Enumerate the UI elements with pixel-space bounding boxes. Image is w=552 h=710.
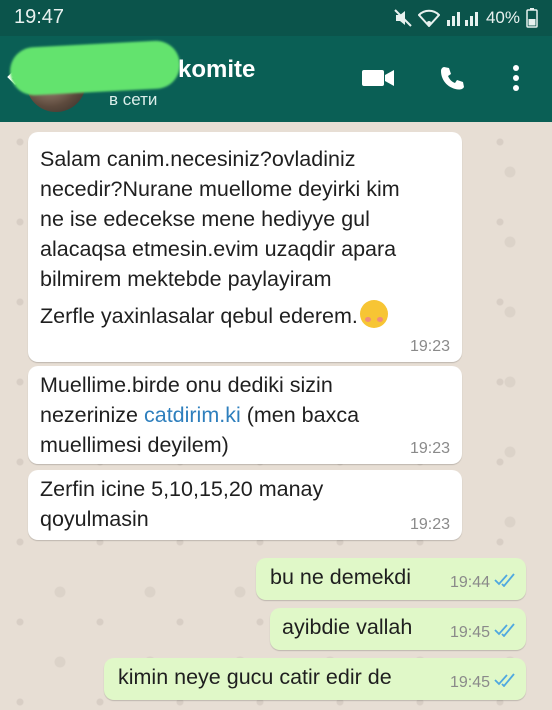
battery-level: 40% bbox=[485, 8, 520, 27]
signal-icon bbox=[446, 9, 480, 27]
message-line: Zerfle yaxinlasalar qebul ederem. bbox=[40, 304, 358, 328]
contact-name[interactable]: komite bbox=[178, 56, 255, 84]
wifi-icon bbox=[417, 9, 440, 27]
double-check-icon bbox=[494, 573, 516, 592]
message-bubble-outgoing[interactable]: kimin neye gucu catir edir de 19:45 bbox=[104, 658, 526, 700]
message-time: 19:23 bbox=[409, 440, 450, 457]
message-text: bu ne demekdi bbox=[270, 565, 412, 589]
chat-header: komite в сети bbox=[0, 36, 552, 122]
message-line: Zerfin icine 5,10,15,20 manay bbox=[40, 477, 324, 501]
message-line: Muellime.birde onu dediki sizin bbox=[40, 373, 333, 397]
message-meta: 19:45 bbox=[450, 673, 516, 692]
message-text: ayibdie vallah bbox=[282, 615, 413, 639]
double-check-icon bbox=[494, 673, 516, 692]
message-meta: 19:44 bbox=[450, 573, 516, 592]
smiling-face-with-hearts-icon bbox=[359, 300, 388, 328]
message-line: Salam canim.necesiniz?ovladiniz bbox=[40, 147, 356, 171]
message-line: qoyulmasin bbox=[40, 507, 149, 531]
message-bubble-incoming[interactable]: Zerfin icine 5,10,15,20 manay qoyulmasin… bbox=[28, 470, 462, 540]
chat-area[interactable]: Salam canim.necesiniz?ovladiniz necedir?… bbox=[0, 122, 552, 710]
message-line: bilmirem mektebde paylayiram bbox=[40, 267, 332, 291]
message-line: alacaqsa etmesin.evim uzaqdir apara bbox=[40, 237, 397, 261]
more-options-icon[interactable] bbox=[510, 64, 522, 97]
mute-icon bbox=[394, 9, 412, 27]
message-time: 19:44 bbox=[449, 573, 490, 591]
message-bubble-incoming[interactable]: Salam canim.necesiniz?ovladiniz necedir?… bbox=[28, 132, 462, 362]
message-bubble-incoming[interactable]: Muellime.birde onu dediki sizin nezerini… bbox=[28, 366, 462, 464]
message-time: 19:45 bbox=[449, 673, 490, 691]
status-icons: 40% bbox=[394, 8, 538, 28]
voice-call-icon[interactable] bbox=[438, 64, 466, 97]
message-text: kimin neye gucu catir edir de bbox=[118, 665, 392, 689]
message-line: muellimesi deyilem) bbox=[40, 433, 229, 457]
status-bar: 19:47 40% bbox=[0, 0, 552, 36]
message-link[interactable]: catdirim.ki bbox=[144, 403, 241, 427]
message-line-start: nezerinize bbox=[40, 403, 144, 427]
status-time: 19:47 bbox=[14, 6, 65, 28]
video-call-icon[interactable] bbox=[360, 64, 396, 97]
message-bubble-outgoing[interactable]: ayibdie vallah 19:45 bbox=[270, 608, 526, 650]
redaction-mark bbox=[8, 39, 182, 97]
contact-status: в сети bbox=[109, 90, 158, 109]
double-check-icon bbox=[494, 623, 516, 642]
battery-icon bbox=[526, 8, 538, 28]
message-time: 19:23 bbox=[409, 516, 450, 533]
message-line: ne ise edecekse mene hediyye gul bbox=[40, 207, 370, 231]
message-bubble-outgoing[interactable]: bu ne demekdi 19:44 bbox=[256, 558, 526, 600]
message-time: 19:45 bbox=[449, 623, 490, 641]
message-line-end: (men baxca bbox=[240, 403, 360, 427]
message-time: 19:23 bbox=[409, 338, 450, 355]
message-meta: 19:45 bbox=[450, 623, 516, 642]
message-line: necedir?Nurane muellome deyirki kim bbox=[40, 177, 400, 201]
